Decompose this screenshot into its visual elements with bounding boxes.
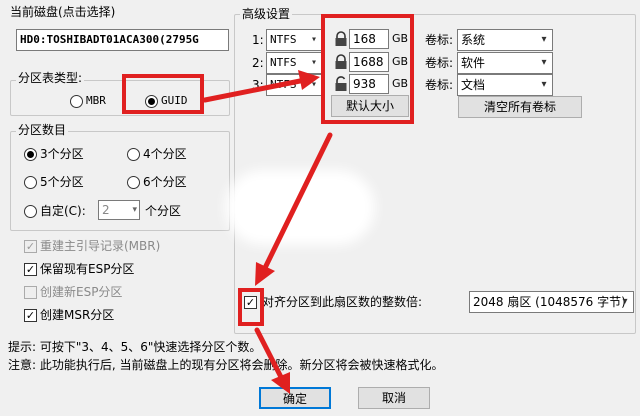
annotation-arrows [202, 70, 333, 394]
arrow-guid-to-sizes [202, 77, 308, 103]
arrow-sizes-to-align [260, 132, 333, 275]
arrowhead-icon [298, 70, 320, 90]
arrow-align-to-ok [254, 327, 286, 384]
